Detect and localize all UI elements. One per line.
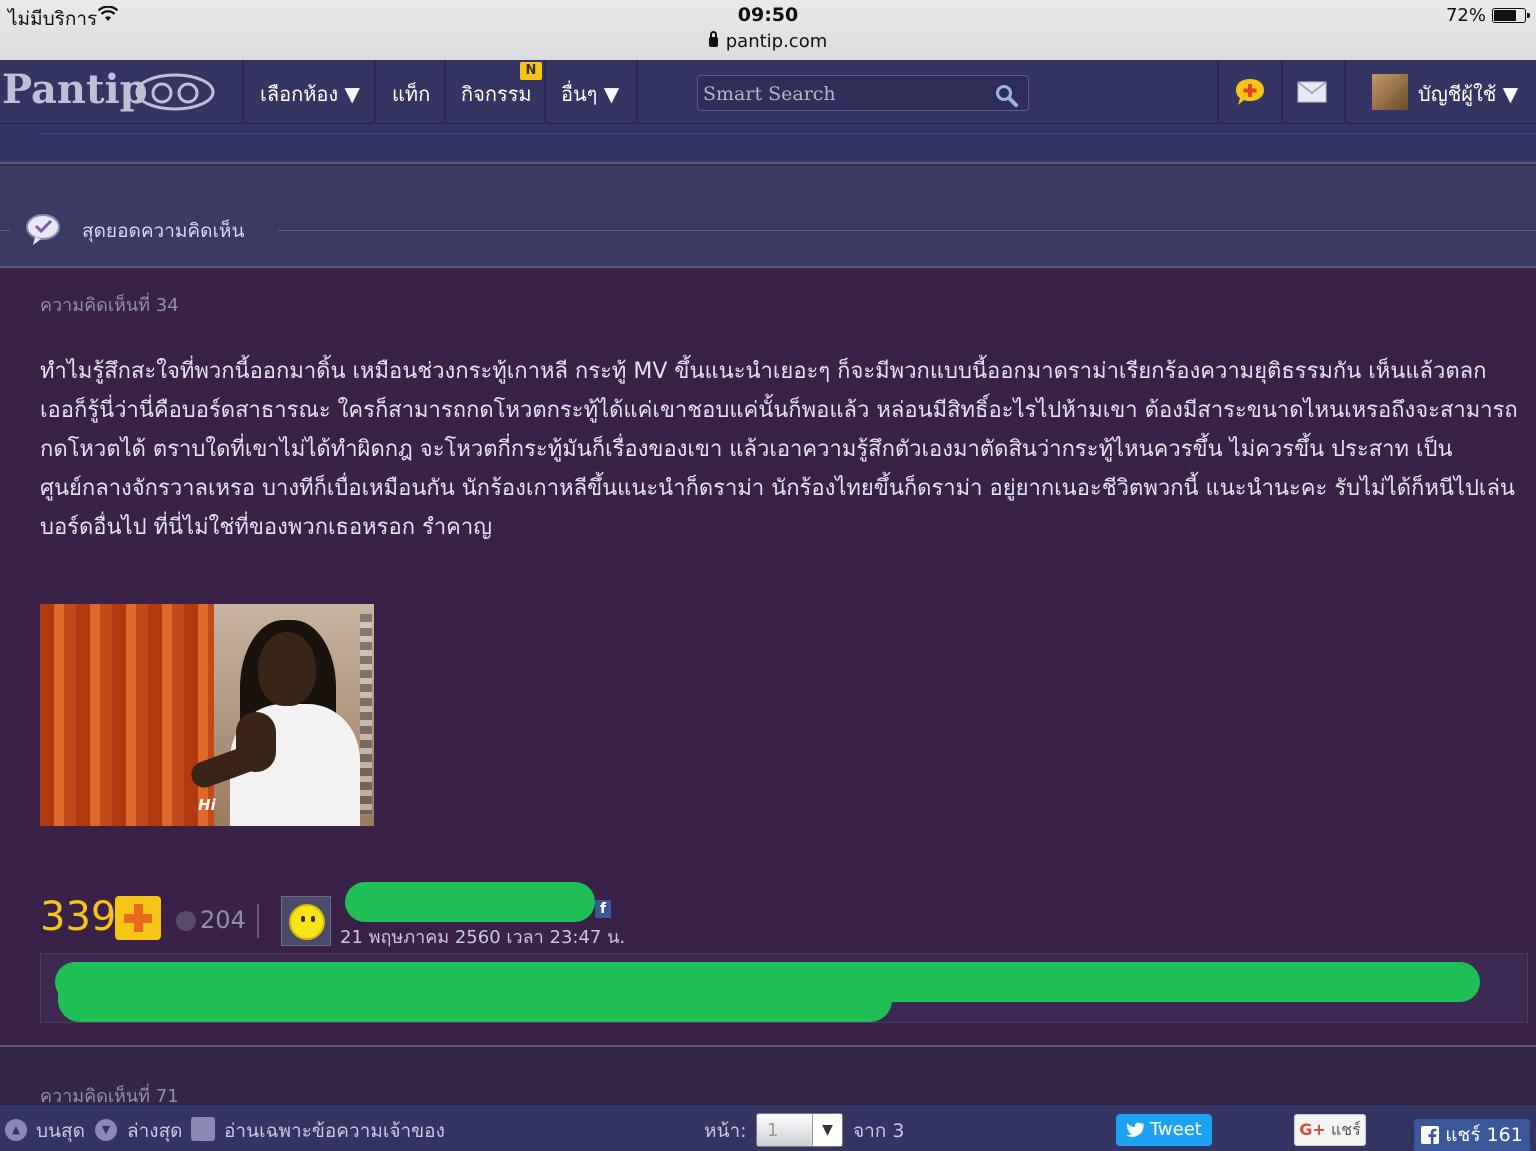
page-total: จาก 3 — [853, 1120, 905, 1142]
emotion-icon[interactable] — [176, 911, 196, 931]
nav-strip — [0, 124, 1536, 164]
ios-status-bar: ไม่มีบริการ 09:50 pantip.com 72% — [0, 0, 1536, 60]
best-comments-header: สุดยอดความคิดเห็น — [0, 166, 1536, 268]
owner-only-link[interactable]: อ่านเฉพาะข้อความเจ้าของ — [224, 1116, 445, 1146]
nav-tags[interactable]: แท็ก — [392, 78, 430, 110]
logo-mark-icon — [135, 73, 215, 111]
google-plus-icon: G+ — [1299, 1120, 1326, 1139]
vote-score: 339 — [40, 894, 117, 940]
bottom-toolbar: ▲ บนสุด ▼ ล่างสุด อ่านเฉพาะข้อความเจ้าขอ… — [0, 1104, 1536, 1151]
address-bar[interactable]: pantip.com — [0, 31, 1536, 52]
url-text: pantip.com — [725, 31, 828, 52]
go-bottom-link[interactable]: ล่างสุด — [127, 1116, 183, 1146]
nav-more[interactable]: อื่นๆ ▼ — [561, 78, 619, 110]
best-comment-icon — [26, 214, 60, 245]
pantip-logo[interactable]: Pantip — [2, 66, 148, 113]
page-select[interactable]: 1 ▼ — [756, 1113, 843, 1147]
facebook-icon: f — [595, 900, 611, 918]
facebook-icon — [1421, 1126, 1440, 1144]
section-title: สุดยอดความคิดเห็น — [82, 220, 245, 242]
comment-timestamp: 21 พฤษภาคม 2560 เวลา 23:47 น. — [340, 927, 626, 948]
gplus-share-button[interactable]: G+ แชร์ — [1294, 1114, 1366, 1146]
search-icon[interactable] — [994, 83, 1018, 107]
smart-search-box[interactable] — [697, 75, 1029, 111]
twitter-icon — [1126, 1122, 1145, 1137]
arrow-down-icon[interactable]: ▼ — [95, 1119, 117, 1141]
redacted-username — [345, 882, 595, 922]
comment-gif-image[interactable]: Hi — [40, 604, 374, 826]
page-select-value: 1 — [767, 1120, 779, 1141]
lock-icon — [708, 31, 718, 47]
new-badge: N — [520, 62, 542, 80]
tweet-button[interactable]: Tweet — [1116, 1114, 1212, 1146]
tweet-label: Tweet — [1149, 1119, 1202, 1140]
chevron-down-icon[interactable]: ▼ — [812, 1114, 842, 1146]
commenter-avatar[interactable] — [281, 896, 331, 946]
page-label: หน้า: — [704, 1120, 747, 1142]
arrow-up-icon[interactable]: ▲ — [5, 1119, 27, 1141]
account-menu[interactable]: บัญชีผู้ใช้ ▼ — [1418, 78, 1518, 110]
facebook-share-button[interactable]: แชร์ 161 — [1414, 1119, 1530, 1151]
smart-search-input[interactable] — [703, 80, 983, 108]
new-topic-icon[interactable] — [1234, 77, 1266, 107]
comment-card: ความคิดเห็นที่ 34 ทำไมรู้สึกสะใจที่พวกนี… — [0, 270, 1536, 1045]
battery-percent: 72% — [1445, 5, 1486, 26]
nav-activities[interactable]: กิจกรรม — [461, 78, 532, 110]
fb-share-label: แชร์ 161 — [1445, 1124, 1523, 1146]
divider — [257, 904, 259, 938]
user-avatar[interactable] — [1372, 74, 1408, 110]
go-top-link[interactable]: บนสุด — [36, 1116, 85, 1146]
gif-caption: Hi — [198, 796, 216, 814]
next-comment: ความคิดเห็นที่ 71 — [0, 1045, 1536, 1107]
mail-icon[interactable] — [1297, 81, 1327, 103]
main-nav: Pantip เลือกห้อง ▼ แท็ก กิจกรรม N อื่นๆ … — [0, 60, 1536, 124]
battery-icon — [1492, 8, 1530, 23]
vote-plus-button[interactable] — [115, 896, 161, 940]
nav-select-room[interactable]: เลือกห้อง ▼ — [260, 78, 360, 110]
battery-fill — [1494, 10, 1516, 21]
redacted-reply — [58, 970, 892, 1022]
comment-body: ทำไมรู้สึกสะใจที่พวกนี้ออกมาดิ้น เหมือนช… — [40, 359, 1518, 540]
gplus-label: แชร์ — [1330, 1120, 1361, 1139]
emotion-count: 204 — [200, 906, 246, 934]
clock: 09:50 — [737, 4, 799, 26]
comment-number: ความคิดเห็นที่ 34 — [40, 295, 179, 316]
smiley-icon — [289, 904, 325, 940]
owner-filter-icon[interactable] — [191, 1117, 215, 1141]
